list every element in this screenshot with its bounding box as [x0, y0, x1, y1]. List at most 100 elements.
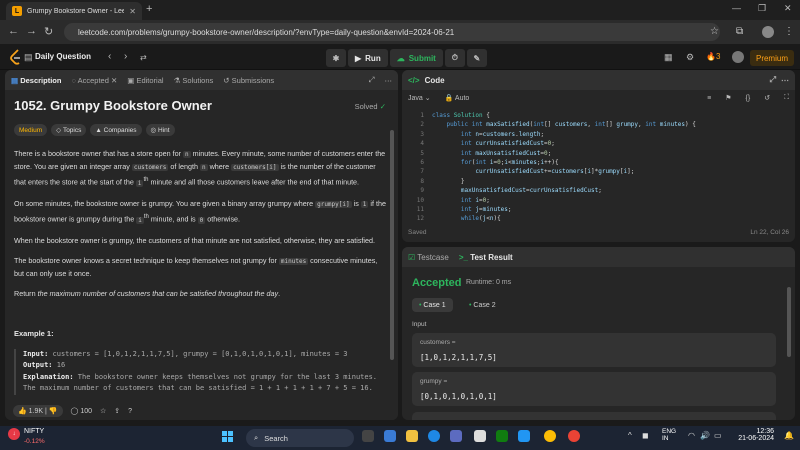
- close-tab-icon[interactable]: ✕: [129, 7, 136, 16]
- code-line[interactable]: for(int i=0;i<minutes;i++){: [432, 159, 559, 166]
- submit-button[interactable]: ☁ Submit: [389, 49, 443, 67]
- code-line[interactable]: public int maxSatisfied(int[] customers,…: [432, 121, 695, 128]
- difficulty-badge[interactable]: Medium: [14, 124, 48, 136]
- reload-icon[interactable]: ↻: [44, 25, 53, 38]
- debug-icon[interactable]: ✱: [326, 49, 346, 67]
- companies-tag[interactable]: ▲ Companies: [90, 124, 142, 136]
- wifi-icon[interactable]: ◠: [688, 431, 695, 440]
- description-scrollbar[interactable]: [390, 130, 394, 360]
- notification-bell-icon[interactable]: 🔔: [784, 431, 794, 440]
- tray-app-icon[interactable]: ◼: [642, 431, 649, 440]
- minimize-icon[interactable]: —: [732, 3, 741, 13]
- share-icon[interactable]: ⇪: [114, 407, 120, 415]
- url-field[interactable]: leetcode.com/problems/grumpy-bookstore-o…: [64, 23, 720, 41]
- forward-icon[interactable]: →: [26, 25, 37, 37]
- timer-icon[interactable]: ⏱: [444, 49, 465, 67]
- code-line[interactable]: int maxUnsatisfiedCust=0;: [432, 150, 551, 157]
- favorite-star-icon[interactable]: ☆: [100, 407, 106, 415]
- file-explorer-icon[interactable]: [406, 430, 418, 442]
- thumbs-down-icon[interactable]: 👎: [49, 408, 58, 415]
- bookmark-icon[interactable]: ⚑: [725, 94, 731, 102]
- layout-icon[interactable]: ▦: [664, 52, 673, 63]
- windows-start-icon[interactable]: [222, 431, 234, 443]
- browser-menu-icon[interactable]: ⋮: [784, 26, 794, 37]
- tab-description[interactable]: ▤ Description: [11, 76, 61, 85]
- case-2-tab[interactable]: • Case 2: [462, 298, 503, 312]
- tab-test-result[interactable]: >_ Test Result: [459, 253, 513, 262]
- bookmark-star-icon[interactable]: ☆: [710, 26, 719, 37]
- premium-button[interactable]: Premium: [750, 50, 794, 66]
- streak-counter[interactable]: 🔥3: [706, 52, 720, 61]
- code-line[interactable]: int n=customers.length;: [432, 131, 544, 138]
- expand-panel-icon[interactable]: ⤢: [369, 75, 375, 85]
- help-icon[interactable]: ?: [128, 408, 132, 415]
- paragraph-3: When the bookstore owner is grumpy, the …: [14, 235, 376, 245]
- code-line[interactable]: int j=minutes;: [432, 206, 512, 213]
- tab-submissions[interactable]: ↺ Submissions: [223, 76, 274, 85]
- chrome-profile-icon[interactable]: [568, 430, 580, 442]
- language-indicator[interactable]: ENG IN: [662, 428, 676, 442]
- browser-tab[interactable]: L Grumpy Bookstore Owner - Lee ✕: [6, 2, 142, 20]
- braces-icon[interactable]: {}: [746, 95, 751, 102]
- volume-icon[interactable]: 🔊: [700, 431, 710, 440]
- tab-testcase[interactable]: ☑ Testcase: [408, 253, 449, 262]
- tab-solutions[interactable]: ⚗ Solutions: [174, 76, 214, 85]
- code-menu-icon[interactable]: ⋯: [781, 76, 789, 85]
- task-view-icon[interactable]: [362, 430, 374, 442]
- code-line[interactable]: maxUnsatisfiedCust=currUnsatisfiedCust;: [432, 187, 602, 194]
- taskbar-search[interactable]: ⌕ Search: [246, 429, 354, 447]
- xbox-icon[interactable]: [496, 430, 508, 442]
- daily-question-title[interactable]: Daily Question: [35, 52, 91, 61]
- shuffle-icon[interactable]: ⇄: [140, 53, 147, 62]
- code-line[interactable]: class Solution {: [432, 112, 490, 119]
- notes-icon[interactable]: ✎: [466, 49, 487, 67]
- panel-menu-icon[interactable]: ⋯: [385, 76, 393, 85]
- case-1-tab[interactable]: • Case 1: [412, 298, 453, 312]
- teams-icon[interactable]: [384, 430, 396, 442]
- comments-button[interactable]: ◯ 100: [71, 407, 92, 415]
- leetcode-logo-icon[interactable]: [10, 49, 22, 65]
- result-scrollbar[interactable]: [787, 287, 791, 357]
- settings-gear-icon[interactable]: ⚙: [686, 52, 694, 63]
- code-line[interactable]: currUnsatisfiedCust+=customers[i]*grumpy…: [432, 168, 634, 175]
- next-problem-icon[interactable]: ›: [124, 51, 127, 62]
- store-icon[interactable]: [450, 430, 462, 442]
- run-button[interactable]: ▶ Run: [348, 49, 388, 67]
- stock-widget-icon[interactable]: ↓: [8, 428, 20, 440]
- tray-chevron-icon[interactable]: ^: [628, 431, 632, 440]
- like-button[interactable]: 👍 1.9K | 👎: [13, 405, 63, 417]
- back-icon[interactable]: ←: [8, 25, 19, 37]
- extensions-icon[interactable]: ⧉: [736, 26, 743, 37]
- code-line[interactable]: int currUnsatisfiedCust=0;: [432, 140, 555, 147]
- close-accepted-tab-icon[interactable]: ✕: [111, 76, 117, 85]
- clock[interactable]: 12:36 21-06-2024: [734, 428, 774, 442]
- language-select[interactable]: Java ⌄: [408, 94, 431, 102]
- prev-problem-icon[interactable]: ‹: [108, 51, 111, 62]
- profile-avatar[interactable]: [762, 26, 774, 38]
- problem-list-icon[interactable]: ▤: [24, 52, 33, 63]
- app-icon[interactable]: [474, 430, 486, 442]
- code-line[interactable]: while(j<n){: [432, 215, 501, 222]
- format-icon[interactable]: ≡: [707, 95, 711, 102]
- close-window-icon[interactable]: ✕: [784, 3, 792, 14]
- tab-accepted[interactable]: ◌ Accepted ✕: [71, 76, 117, 85]
- code-editor[interactable]: 1 class Solution {2 public int maxSatisfi…: [402, 108, 795, 224]
- code-line[interactable]: int i=0;: [432, 197, 490, 204]
- stock-name[interactable]: NIFTY: [24, 428, 44, 435]
- reset-icon[interactable]: ↺: [764, 94, 770, 102]
- maximize-icon[interactable]: ❐: [758, 3, 766, 14]
- battery-icon[interactable]: ▭: [714, 431, 722, 440]
- fullscreen-icon[interactable]: ⛶: [784, 94, 789, 102]
- tab-editorial[interactable]: ▣ Editorial: [127, 76, 163, 85]
- hint-tag[interactable]: ◎ Hint: [145, 124, 175, 136]
- code-expand-icon[interactable]: ⤢: [770, 75, 776, 85]
- code-line[interactable]: }: [432, 178, 465, 185]
- topics-tag[interactable]: ◇ Topics: [51, 124, 87, 136]
- new-tab-icon[interactable]: +: [146, 3, 152, 15]
- vscode-icon[interactable]: [518, 430, 530, 442]
- edge-icon[interactable]: [428, 430, 440, 442]
- chrome-icon[interactable]: [544, 430, 556, 442]
- auto-mode[interactable]: 🔒 Auto: [445, 94, 470, 102]
- user-avatar[interactable]: [732, 51, 744, 63]
